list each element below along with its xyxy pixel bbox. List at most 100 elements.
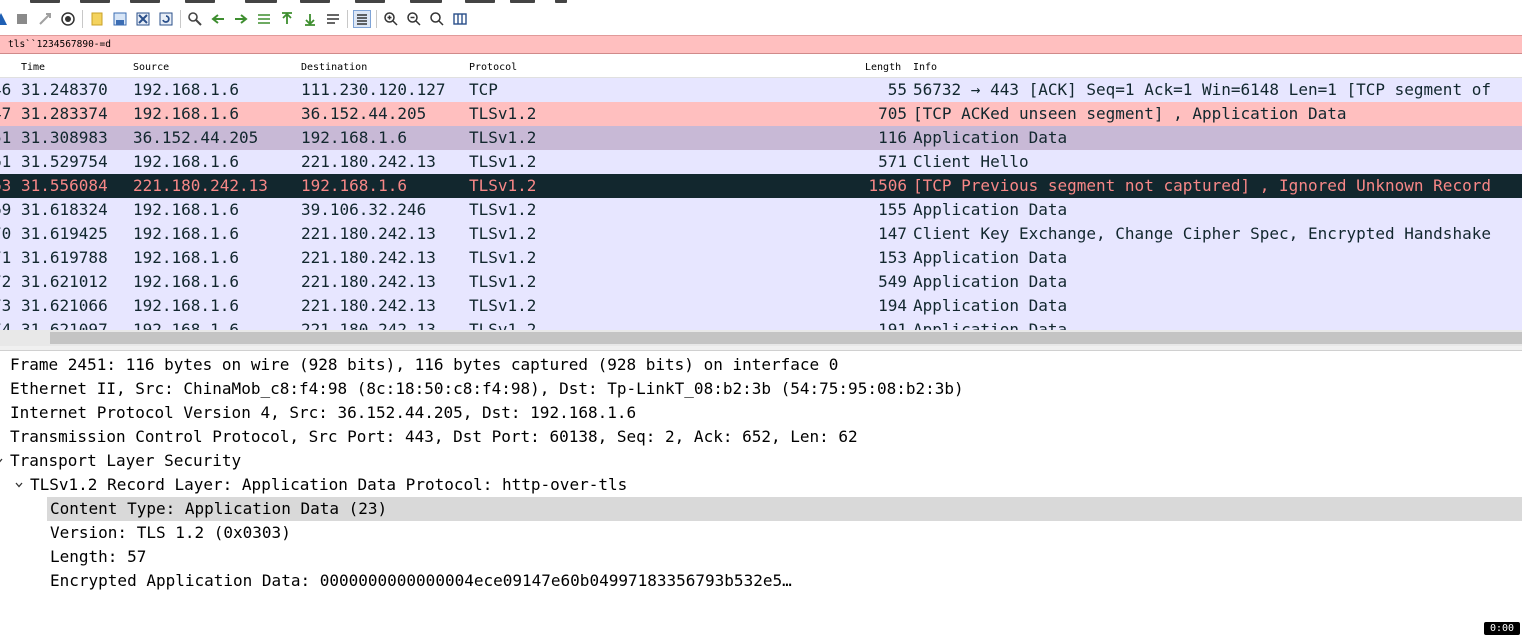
packet-protocol: TLSv1.2 xyxy=(469,200,537,219)
shark-fin-icon[interactable] xyxy=(0,10,10,28)
packet-protocol: TLSv1.2 xyxy=(469,296,537,315)
first-packet-icon[interactable] xyxy=(278,10,296,28)
zoom-in-icon[interactable] xyxy=(382,10,400,28)
close-file-icon[interactable] xyxy=(134,10,152,28)
chevron-down-icon[interactable] xyxy=(14,480,24,490)
stop-icon[interactable] xyxy=(13,10,31,28)
packet-time: 31.308983 xyxy=(21,128,108,147)
packet-time: 31.283374 xyxy=(21,104,108,123)
detail-tree-item[interactable]: Internet Protocol Version 4, Src: 36.152… xyxy=(0,401,1522,425)
resize-columns-icon[interactable] xyxy=(451,10,469,28)
packet-info: Application Data xyxy=(913,200,1068,219)
chevron-down-icon[interactable] xyxy=(0,456,4,466)
packet-protocol: TLSv1.2 xyxy=(469,248,537,267)
column-header-source[interactable]: Source xyxy=(133,62,169,73)
detail-tree-label: TLSv1.2 Record Layer: Application Data P… xyxy=(30,475,628,494)
open-file-icon[interactable] xyxy=(88,10,106,28)
detail-tree-item[interactable]: Frame 2451: 116 bytes on wire (928 bits)… xyxy=(0,353,1522,377)
packet-number: 69 xyxy=(0,200,12,219)
packet-list: Time Source Destination Protocol Length … xyxy=(0,59,1522,330)
zoom-out-icon[interactable] xyxy=(405,10,423,28)
normal-size-icon[interactable] xyxy=(428,10,446,28)
detail-tree-item[interactable]: Length: 57 xyxy=(0,545,1522,569)
detail-tree-label: Encrypted Application Data: 000000000000… xyxy=(50,571,792,590)
column-header-time[interactable]: Time xyxy=(21,62,45,73)
packet-number: 46 xyxy=(0,80,12,99)
detail-tree-label: Transmission Control Protocol, Src Port:… xyxy=(10,427,858,446)
packet-source: 36.152.44.205 xyxy=(133,128,259,147)
column-header-info[interactable]: Info xyxy=(913,62,937,73)
detail-tree-item[interactable]: Ethernet II, Src: ChinaMob_c8:f4:98 (8c:… xyxy=(0,377,1522,401)
packet-row[interactable]: 61 31.529754 192.168.1.6 221.180.242.13 TLSv… xyxy=(0,150,1522,174)
packet-destination: 221.180.242.13 xyxy=(301,224,436,243)
find-icon[interactable] xyxy=(186,10,204,28)
packet-time: 31.621012 xyxy=(21,272,108,291)
packet-row[interactable]: 73 31.621066 192.168.1.6 221.180.242.13 TLSv… xyxy=(0,294,1522,318)
packet-row[interactable]: 74 31.621097 192.168.1.6 221.180.242.13 TLSv… xyxy=(0,318,1522,330)
packet-length: 705 xyxy=(878,104,907,123)
packet-number: 73 xyxy=(0,296,12,315)
packet-source: 192.168.1.6 xyxy=(133,272,239,291)
packet-info: Application Data xyxy=(913,272,1068,291)
detail-tree-item[interactable]: Content Type: Application Data (23) xyxy=(47,497,1522,521)
restart-icon[interactable] xyxy=(36,10,54,28)
packet-details-tree: Frame 2451: 116 bytes on wire (928 bits)… xyxy=(0,352,1522,637)
packet-source: 192.168.1.6 xyxy=(133,320,239,330)
detail-tree-item[interactable]: Version: TLS 1.2 (0x0303) xyxy=(0,521,1522,545)
packet-destination: 39.106.32.246 xyxy=(301,200,427,219)
packet-row[interactable]: 51 31.308983 36.152.44.205 192.168.1.6 TLSv1… xyxy=(0,126,1522,150)
packet-list-header: Time Source Destination Protocol Length … xyxy=(0,59,1522,78)
packet-protocol: TLSv1.2 xyxy=(469,176,537,195)
packet-destination: 221.180.242.13 xyxy=(301,152,436,171)
packet-destination: 221.180.242.13 xyxy=(301,296,436,315)
packet-row[interactable]: 46 31.248370 192.168.1.6 111.230.120.127 TCP… xyxy=(0,78,1522,102)
packet-row[interactable]: 63 31.556084 221.180.242.13 192.168.1.6 TLSv… xyxy=(0,174,1522,198)
packet-row[interactable]: 70 31.619425 192.168.1.6 221.180.242.13 TLSv… xyxy=(0,222,1522,246)
go-to-packet-icon[interactable] xyxy=(255,10,273,28)
packet-list-horizontal-scrollbar[interactable] xyxy=(0,330,1522,346)
packet-length: 147 xyxy=(878,224,907,243)
column-header-length[interactable]: Length xyxy=(865,62,901,73)
status-timer: 0:00 xyxy=(1484,622,1520,635)
packet-info: [TCP ACKed unseen segment] , Application… xyxy=(913,104,1347,123)
options-icon[interactable] xyxy=(59,10,77,28)
packet-row[interactable]: 71 31.619788 192.168.1.6 221.180.242.13 TLSv… xyxy=(0,246,1522,270)
packet-info: Application Data xyxy=(913,296,1068,315)
back-icon[interactable] xyxy=(209,10,227,28)
pane-splitter[interactable] xyxy=(0,346,1522,351)
menu-bar-clipped xyxy=(0,0,1522,4)
packet-protocol: TLSv1.2 xyxy=(469,104,537,123)
detail-tree-item[interactable]: Transmission Control Protocol, Src Port:… xyxy=(0,425,1522,449)
packet-number: 74 xyxy=(0,320,12,330)
packet-destination: 111.230.120.127 xyxy=(301,80,446,99)
packet-time: 31.248370 xyxy=(21,80,108,99)
packet-length: 55 xyxy=(887,80,907,99)
detail-tree-label: Ethernet II, Src: ChinaMob_c8:f4:98 (8c:… xyxy=(10,379,964,398)
packet-row[interactable]: 72 31.621012 192.168.1.6 221.180.242.13 TLSv… xyxy=(0,270,1522,294)
display-filter-input[interactable] xyxy=(4,36,1504,53)
packet-number: 71 xyxy=(0,248,12,267)
packet-time: 31.619788 xyxy=(21,248,108,267)
reload-icon[interactable] xyxy=(157,10,175,28)
packet-row[interactable]: 47 31.283374 192.168.1.6 36.152.44.205 TLSv1… xyxy=(0,102,1522,126)
last-packet-icon[interactable] xyxy=(301,10,319,28)
colorize-icon[interactable] xyxy=(353,10,371,28)
packet-info: 56732 → 443 [ACK] Seq=1 Ack=1 Win=6148 L… xyxy=(913,80,1491,99)
packet-row[interactable]: 69 31.618324 192.168.1.6 39.106.32.246 TLSv1… xyxy=(0,198,1522,222)
detail-tree-item[interactable]: TLSv1.2 Record Layer: Application Data P… xyxy=(0,473,1522,497)
column-header-destination[interactable]: Destination xyxy=(301,62,367,73)
packet-destination: 36.152.44.205 xyxy=(301,104,427,123)
scrollbar-thumb[interactable] xyxy=(50,332,1522,344)
packet-info: Client Key Exchange, Change Cipher Spec,… xyxy=(913,224,1491,243)
packet-time: 31.529754 xyxy=(21,152,108,171)
packet-number: 72 xyxy=(0,272,12,291)
packet-protocol: TCP xyxy=(469,80,498,99)
forward-icon[interactable] xyxy=(232,10,250,28)
auto-scroll-icon[interactable] xyxy=(324,10,342,28)
detail-tree-item[interactable]: Transport Layer Security xyxy=(0,449,1522,473)
packet-source: 221.180.242.13 xyxy=(133,176,268,195)
detail-tree-item[interactable]: Encrypted Application Data: 000000000000… xyxy=(0,569,1522,593)
column-header-protocol[interactable]: Protocol xyxy=(469,62,517,73)
packet-number: 70 xyxy=(0,224,12,243)
save-file-icon[interactable] xyxy=(111,10,129,28)
